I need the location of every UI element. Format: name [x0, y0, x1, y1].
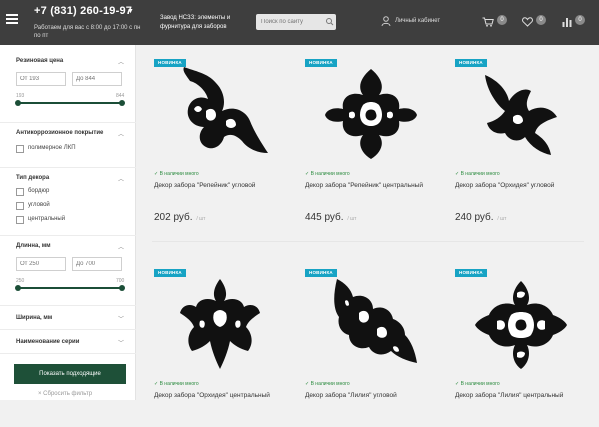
stock-status: ✓ В наличии много [154, 171, 199, 177]
product-card[interactable]: НОВИНКА ✓ В наличии много Декор забора "… [455, 47, 585, 223]
product-name[interactable]: Декор забора "Орхидея" угловой [455, 182, 554, 189]
chevron-up-icon[interactable]: ︿ [118, 129, 124, 138]
filter-width: Ширина, мм ﹀ [0, 306, 136, 330]
filter-title[interactable]: Антикоррозионное покрытие [16, 130, 103, 136]
product-image[interactable] [164, 61, 276, 165]
filter-title[interactable]: Резиновая цена [16, 58, 63, 64]
filter-title[interactable]: Наименование серии [16, 339, 79, 345]
filter-series: Наименование серии ﹀ [0, 330, 136, 354]
filter-title[interactable]: Ширина, мм [16, 315, 52, 321]
range-min-label: 250 [16, 278, 25, 284]
product-card[interactable]: НОВИНКА ✓ В наличии много Декор забора "… [154, 47, 284, 223]
user-icon [381, 16, 391, 27]
product-card[interactable]: НОВИНКА ✓ В наличии много Декор забора "… [154, 257, 284, 427]
heart-icon [522, 17, 533, 27]
compare-count-badge: 0 [575, 15, 585, 25]
company-tagline: Завод НСЗЗ: элементы и фурнитура для заб… [160, 15, 231, 30]
price-unit: / шт [196, 216, 206, 222]
filter-title[interactable]: Тип декора [16, 175, 49, 181]
checkbox-label: полимерное ЛКП [28, 145, 76, 151]
row-divider [152, 241, 584, 242]
length-range-track[interactable] [18, 287, 122, 289]
filter-sidebar: Резиновая цена ︿ 193 844 Антикоррозионно… [0, 45, 136, 400]
product-image[interactable] [465, 271, 577, 375]
checkbox-label: центральный [28, 216, 66, 222]
phone-number[interactable]: +7 (831) 260-19-97 [34, 5, 132, 17]
compare-button[interactable]: 0 [562, 15, 588, 29]
search-box [256, 14, 336, 30]
length-range-max-handle[interactable] [119, 285, 125, 291]
chevron-up-icon[interactable]: ︿ [118, 174, 124, 183]
site-header: +7 (831) 260-19-97 ▼ Работаем для вас с … [0, 0, 599, 45]
price-range-min-handle[interactable] [15, 100, 21, 106]
product-name[interactable]: Декор забора "Репейник" центральный [305, 182, 423, 189]
range-max-label: 844 [116, 93, 125, 99]
search-button[interactable] [324, 14, 336, 30]
filter-decor-type: Тип декора ︿ бордюр угловой центральный [0, 168, 136, 236]
search-icon [326, 18, 334, 26]
bar-chart-icon [562, 18, 572, 27]
stock-status: ✓ В наличии много [305, 381, 350, 387]
cart-icon [482, 17, 494, 27]
reset-filter-link[interactable]: × Сбросить фильтр [38, 391, 92, 397]
product-price: 445 руб. / шт [305, 212, 356, 223]
filter-anticorrosion: Антикоррозионное покрытие ︿ полимерное Л… [0, 123, 136, 168]
price-value: 202 руб. [154, 212, 193, 223]
checkbox-label: угловой [28, 202, 50, 208]
hamburger-menu-icon[interactable] [6, 14, 18, 24]
price-value: 445 руб. [305, 212, 344, 223]
filter-title[interactable]: Длинна, мм [16, 243, 51, 249]
product-image[interactable] [315, 61, 427, 165]
chevron-up-icon[interactable]: ︿ [118, 242, 124, 251]
stock-status: ✓ В наличии много [455, 171, 500, 177]
product-price: 202 руб. / шт [154, 212, 205, 223]
length-from-input[interactable] [16, 257, 66, 271]
filter-rubber-price: Резиновая цена ︿ 193 844 [0, 45, 136, 123]
checkbox[interactable] [16, 202, 24, 210]
product-name[interactable]: Декор забора "Лилия" угловой [305, 392, 397, 399]
price-unit: / шт [347, 216, 357, 222]
checkbox[interactable] [16, 145, 24, 153]
working-hours: Работаем для вас с 8:00 до 17:00 с пн по… [34, 25, 141, 39]
range-max-label: 700 [116, 278, 125, 284]
product-image[interactable] [465, 61, 577, 165]
price-range-track[interactable] [18, 102, 122, 104]
checkbox-label: бордюр [28, 188, 50, 194]
account-link[interactable]: Личный кабинет [381, 16, 451, 28]
length-to-input[interactable] [72, 257, 122, 271]
checkbox[interactable] [16, 216, 24, 224]
price-range-max-handle[interactable] [119, 100, 125, 106]
price-from-input[interactable] [16, 72, 66, 86]
length-range-min-handle[interactable] [15, 285, 21, 291]
wishlist-count-badge: 0 [536, 15, 546, 25]
price-value: 240 руб. [455, 212, 494, 223]
product-card[interactable]: НОВИНКА ✓ В наличии много Декор забора "… [305, 47, 435, 223]
search-input[interactable] [261, 17, 321, 27]
cart-button[interactable]: 0 [482, 15, 508, 29]
product-name[interactable]: Декор забора "Лилия" центральный [455, 392, 563, 399]
product-name[interactable]: Декор забора "Репейник" угловой [154, 182, 255, 189]
product-name[interactable]: Декор забора "Орхидея" центральный [154, 392, 270, 399]
stock-status: ✓ В наличии много [154, 381, 199, 387]
stock-status: ✓ В наличии много [455, 381, 500, 387]
cart-count-badge: 0 [497, 15, 507, 25]
product-card[interactable]: НОВИНКА ✓ В наличии много Декор забора "… [305, 257, 435, 427]
chevron-down-icon[interactable]: ﹀ [118, 338, 124, 347]
product-card[interactable]: НОВИНКА ✓ В наличии много Декор забора "… [455, 257, 585, 427]
checkbox[interactable] [16, 188, 24, 196]
product-image[interactable] [164, 271, 276, 375]
product-price: 240 руб. / шт [455, 212, 506, 223]
chevron-up-icon[interactable]: ︿ [118, 57, 124, 66]
chevron-down-icon[interactable]: ▼ [127, 8, 134, 15]
chevron-down-icon[interactable]: ﹀ [118, 314, 124, 323]
range-min-label: 193 [16, 93, 25, 99]
wishlist-button[interactable]: 0 [522, 15, 548, 29]
price-unit: / шт [497, 216, 507, 222]
filter-length: Длинна, мм ︿ 250 700 [0, 236, 136, 306]
account-label: Личный кабинет [395, 18, 441, 24]
stock-status: ✓ В наличии много [305, 171, 350, 177]
price-to-input[interactable] [72, 72, 122, 86]
product-image[interactable] [315, 271, 427, 375]
apply-filter-button[interactable]: Показать подходящие [14, 364, 126, 384]
